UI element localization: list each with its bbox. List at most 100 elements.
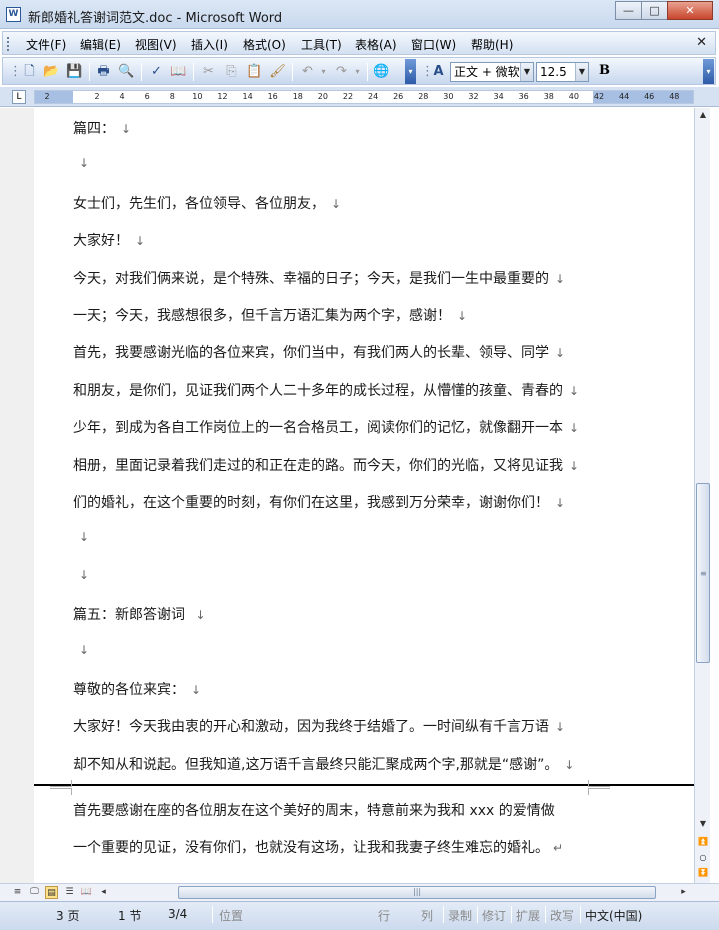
document-line[interactable]: 首先要感谢在座的各位朋友在这个美好的周末，特意前来为我和 xxx 的爱情做 [73, 800, 555, 820]
paragraph-mark-icon: ↓ [195, 608, 206, 623]
open-folder-icon[interactable]: 📂 [43, 63, 60, 80]
web-layout-view-icon[interactable]: 🖵 [28, 886, 41, 899]
scroll-up-icon[interactable]: ▲ [695, 108, 711, 122]
styles-pane-icon[interactable]: A [430, 63, 447, 80]
paragraph-mark-icon: ↓ [191, 683, 202, 697]
copy-icon[interactable]: ⎘ [223, 63, 240, 80]
redo-icon[interactable]: ↷ [333, 63, 350, 80]
document-line[interactable]: 大家好！ ↓ [73, 230, 145, 250]
document-line[interactable]: 却不知从和说起。但我知道,这万语千言最终只能汇聚成两个字,那就是“感谢”。 ↓ [73, 754, 574, 774]
next-page-icon[interactable]: ⏬ [695, 868, 711, 880]
print-icon[interactable]: 🖶 [95, 63, 112, 80]
formatting-options-icon[interactable]: ▾ [703, 59, 714, 84]
status-section[interactable]: 1 节 [118, 907, 141, 924]
document-line[interactable]: ↓ [73, 529, 89, 545]
toolbar-options-icon[interactable]: ▾ [405, 59, 416, 84]
format-painter-icon[interactable]: 🖌 [269, 63, 286, 80]
ruler-number: 22 [342, 92, 354, 101]
close-window-button[interactable]: ✕ [667, 1, 713, 20]
status-overtype[interactable]: 改写 [550, 907, 574, 924]
maximize-button[interactable]: □ [641, 1, 668, 20]
ruler-number: 24 [368, 92, 379, 101]
line-text: 首先要感谢在座的各位朋友在这个美好的周末，特意前来为我和 xxx 的爱情做 [73, 803, 555, 819]
menu-view[interactable]: 视图(V) [135, 36, 177, 53]
style-dropdown-icon[interactable]: ▼ [520, 63, 533, 81]
menu-tools[interactable]: 工具(T) [301, 36, 342, 53]
status-language[interactable]: 中文(中国) [585, 907, 642, 924]
minimize-button[interactable]: — [615, 1, 642, 20]
document-line[interactable]: ↓ [73, 567, 89, 583]
status-column[interactable]: 列 [421, 907, 433, 924]
horizontal-scroll-thumb[interactable]: ||| [178, 886, 656, 899]
scroll-down-icon[interactable]: ▼ [695, 817, 711, 831]
scroll-right-icon[interactable]: ▸ [677, 886, 690, 899]
paste-icon[interactable]: 📋 [246, 63, 263, 80]
line-text: 尊敬的各位来宾： [73, 682, 185, 698]
document-line[interactable]: ↓ [73, 642, 89, 658]
paragraph-mark-icon: ↓ [564, 757, 575, 772]
print-layout-view-icon[interactable]: ▤ [45, 886, 58, 899]
normal-view-icon[interactable]: ≡ [11, 886, 24, 899]
hyperlink-icon[interactable]: 🌐 [373, 63, 390, 80]
reading-view-icon[interactable]: 📖 [80, 886, 93, 899]
menu-help[interactable]: 帮助(H) [471, 36, 513, 53]
document-line[interactable]: 一天；今天，我感想很多，但千言万语汇集为两个字，感谢！ ↓ [73, 305, 467, 325]
document-line[interactable]: ↓ [73, 155, 89, 171]
close-document-icon[interactable]: ✕ [696, 35, 707, 50]
horizontal-ruler[interactable]: 2 2 4 6 8 10 12 14 16 18 20 22 24 26 28 30 32 34 36 38 40 42 4… [34, 90, 694, 104]
tab-selector-icon[interactable]: L [12, 90, 26, 104]
vertical-scroll-thumb[interactable]: ≡ [696, 483, 710, 663]
font-size-combo[interactable]: 12.5 ▼ [536, 62, 589, 82]
new-document-icon[interactable]: 🗋 [21, 63, 38, 80]
status-position[interactable]: 位置 [219, 907, 243, 924]
document-line[interactable]: 女士们，先生们，各位领导、各位朋友， ↓ [73, 193, 341, 213]
word-app-icon[interactable]: W [6, 7, 21, 22]
menu-format[interactable]: 格式(O) [243, 36, 286, 53]
document-line[interactable]: 和朋友，是你们，见证我们两个人二十多年的成长过程，从懵懂的孩童、青春的 ↓ [73, 380, 579, 400]
menubar-grip-icon[interactable] [7, 37, 10, 51]
status-line[interactable]: 行 [378, 907, 390, 924]
status-page[interactable]: 3 页 [56, 907, 79, 924]
status-page-of[interactable]: 3/4 [168, 907, 187, 921]
document-line[interactable]: 大家好！今天我由衷的开心和激动，因为我终于结婚了。一时间纵有千言万语 ↓ [73, 716, 565, 736]
spelling-check-icon[interactable]: ✓ [148, 63, 165, 80]
horizontal-scrollbar-row: ≡ 🖵 ▤ ☰ 📖 ◂ ||| ▸ [0, 883, 719, 901]
document-line[interactable]: 一个重要的见证，没有你们，也就没有这场，让我和我妻子终生难忘的婚礼。 ↵ [73, 837, 563, 857]
document-line[interactable]: 首先，我要感谢光临的各位来宾，你们当中，有我们两人的长辈、领导、同学 ↓ [73, 342, 565, 362]
ruler-number: 20 [317, 92, 328, 101]
ruler-number: 36 [518, 92, 529, 101]
document-line[interactable]: 少年，到成为各自工作岗位上的一名合格员工，阅读你们的记忆，就像翻开一本 ↓ [73, 417, 579, 437]
bold-button[interactable]: B [599, 63, 610, 78]
menu-edit[interactable]: 编辑(E) [80, 36, 121, 53]
cut-icon[interactable]: ✂ [200, 63, 217, 80]
style-combo[interactable]: 正文 + 微软 ▼ [450, 62, 534, 82]
menu-file[interactable]: 文件(F) [26, 36, 66, 53]
ruler-number: 34 [493, 92, 504, 101]
document-line[interactable]: 相册，里面记录着我们走过的和正在走的路。而今天，你们的光临，又将见证我 ↓ [73, 455, 579, 475]
status-record[interactable]: 录制 [448, 907, 472, 924]
status-revise[interactable]: 修订 [482, 907, 506, 924]
print-preview-icon[interactable]: 🔍 [118, 63, 135, 80]
undo-dropdown-icon[interactable]: ▾ [315, 63, 332, 80]
font-size-dropdown-icon[interactable]: ▼ [575, 63, 588, 81]
document-line[interactable]: 篇四： ↓ [73, 118, 131, 138]
document-line[interactable]: 们的婚礼，在这个重要的时刻，有你们在这里，我感到万分荣幸，谢谢你们！ ↓ [73, 492, 565, 512]
save-icon[interactable]: 💾 [66, 63, 83, 80]
undo-icon[interactable]: ↶ [299, 63, 316, 80]
vertical-scrollbar[interactable]: ▲ ≡ ▼ ⏫ ○ ⏬ [694, 108, 710, 883]
paragraph-mark-icon: ↓ [457, 309, 468, 323]
menu-insert[interactable]: 插入(I) [191, 36, 228, 53]
select-browse-object-icon[interactable]: ○ [695, 853, 711, 865]
horizontal-scroll-track[interactable]: ||| [100, 886, 686, 899]
outline-view-icon[interactable]: ☰ [63, 886, 76, 899]
status-extend[interactable]: 扩展 [516, 907, 540, 924]
previous-page-icon[interactable]: ⏫ [695, 837, 711, 849]
redo-dropdown-icon[interactable]: ▾ [349, 63, 366, 80]
menu-window[interactable]: 窗口(W) [411, 36, 456, 53]
document-line[interactable]: 尊敬的各位来宾： ↓ [73, 679, 201, 699]
document-line[interactable]: 今天，对我们俩来说，是个特殊、幸福的日子；今天，是我们一生中最重要的 ↓ [73, 268, 565, 288]
document-line[interactable]: 篇五：新郎答谢词 ↓ [73, 604, 206, 624]
research-icon[interactable]: 📖 [170, 63, 187, 80]
document-area[interactable]: 篇四： ↓ ↓ 女士们，先生们，各位领导、各位朋友， ↓ 大家好！ ↓ 今天，对我们俩来说… [0, 108, 694, 883]
menu-table[interactable]: 表格(A) [355, 36, 397, 53]
